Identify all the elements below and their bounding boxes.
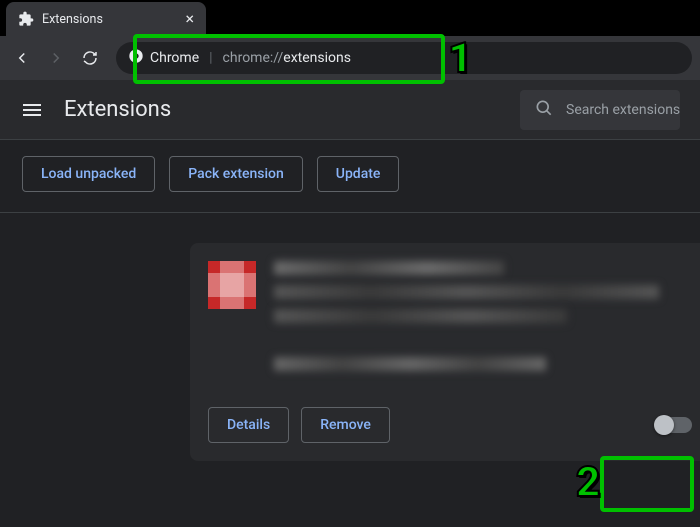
origin-label: Chrome	[150, 50, 199, 66]
back-button[interactable]	[8, 44, 36, 72]
toggle-knob	[654, 415, 674, 435]
hamburger-menu-icon[interactable]	[20, 98, 44, 122]
tab-title: Extensions	[42, 12, 177, 27]
page-title: Extensions	[64, 97, 500, 122]
extension-info	[274, 261, 692, 381]
extension-desc-redacted	[274, 309, 567, 323]
search-box[interactable]	[520, 90, 680, 130]
extension-puzzle-icon	[18, 11, 34, 27]
search-input[interactable]	[566, 102, 680, 118]
reload-button[interactable]	[76, 44, 104, 72]
details-button[interactable]: Details	[208, 407, 289, 443]
address-bar[interactable]: Chrome | chrome://extensions	[116, 42, 692, 74]
origin-chip: Chrome	[128, 48, 199, 68]
browser-toolbar: Chrome | chrome://extensions	[0, 36, 700, 80]
chrome-icon	[128, 48, 144, 68]
url-scheme: chrome://	[223, 50, 284, 66]
url-display: chrome://extensions	[223, 50, 351, 66]
search-icon	[534, 98, 554, 122]
page-header: Extensions	[0, 80, 700, 140]
remove-button[interactable]: Remove	[301, 407, 390, 443]
url-path: extensions	[283, 50, 351, 66]
extensions-grid: Details Remove	[0, 213, 700, 461]
tab-close-icon[interactable]: ×	[185, 11, 194, 27]
browser-tab-bar: Extensions ×	[0, 0, 700, 36]
extension-meta-redacted	[274, 357, 546, 371]
annotation-label-2: 2	[576, 458, 600, 507]
browser-tab[interactable]: Extensions ×	[6, 2, 206, 36]
omnibox-separator: |	[209, 50, 212, 66]
enable-toggle[interactable]	[656, 417, 692, 433]
annotation-label-1: 1	[448, 34, 472, 83]
extension-icon	[208, 261, 256, 309]
extension-card: Details Remove	[190, 243, 700, 461]
load-unpacked-button[interactable]: Load unpacked	[22, 156, 155, 192]
dev-actions-row: Load unpacked Pack extension Update	[0, 140, 700, 213]
update-button[interactable]: Update	[317, 156, 400, 192]
forward-button[interactable]	[42, 44, 70, 72]
extension-name-redacted	[274, 261, 504, 275]
extension-desc-redacted	[274, 285, 659, 299]
pack-extension-button[interactable]: Pack extension	[169, 156, 303, 192]
